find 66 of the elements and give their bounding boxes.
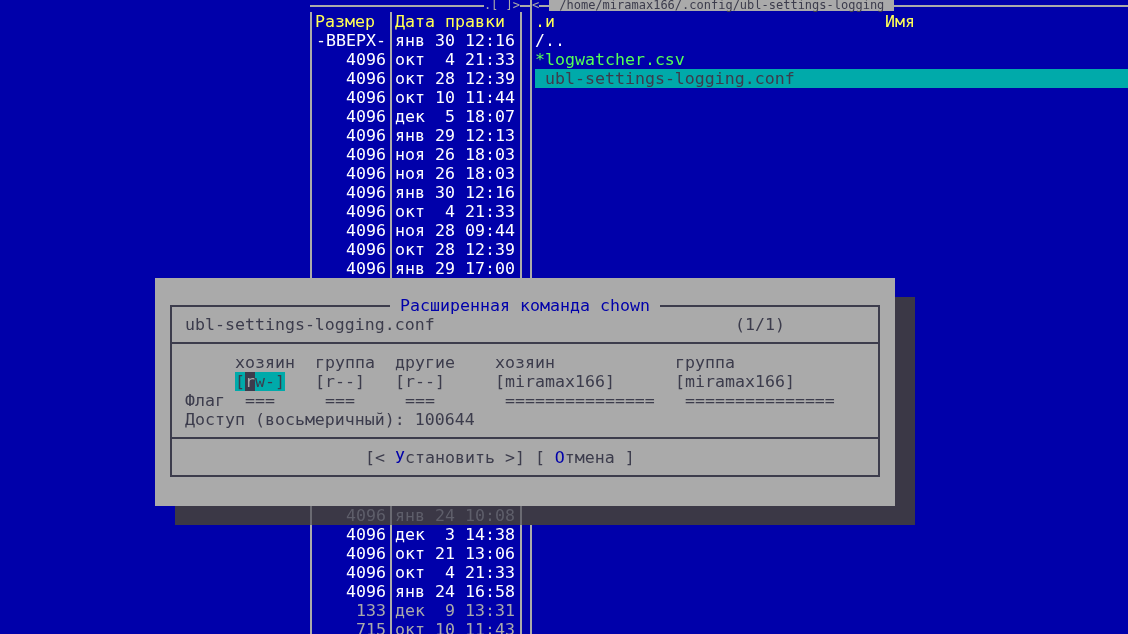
flag-label: Флаг	[185, 391, 226, 410]
date-cell: дек 5 18:07	[390, 106, 520, 126]
column-label: группа	[315, 353, 376, 372]
date-cell: окт 10 11:43	[390, 619, 520, 634]
dialog-title: Расширенная команда chown	[399, 296, 651, 315]
panel-path: /home/miramax166/.config/ubl-settings-logging	[549, 0, 895, 12]
column-label: другие	[395, 353, 456, 372]
date-cell: окт 4 21:33	[390, 562, 520, 582]
permission-field[interactable]: [r--]	[315, 372, 365, 391]
size-cell: 4096	[310, 562, 390, 582]
column-label: группа	[675, 353, 736, 372]
octal-permissions: Доступ (восьмеричный): 100644	[185, 410, 476, 429]
file-row[interactable]: /..	[535, 30, 1128, 50]
panel-frame-buttons[interactable]: .[ ]>	[483, 0, 520, 12]
size-cell: 4096	[310, 163, 390, 183]
size-cell: 4096	[310, 144, 390, 164]
size-cell: 4096	[310, 581, 390, 601]
date-cell: окт 28 12:39	[390, 239, 520, 259]
file-counter: (1/1)	[735, 315, 785, 334]
date-cell: ноя 28 09:44	[390, 220, 520, 240]
date-cell: окт 4 21:33	[390, 201, 520, 221]
permission-field[interactable]: [r--]	[395, 372, 445, 391]
date-cell: янв 24 16:58	[390, 581, 520, 601]
flag-marks: ===	[404, 391, 436, 410]
date-cell: ноя 26 18:03	[390, 144, 520, 164]
column-header[interactable]: Имя	[885, 11, 915, 31]
date-cell: янв 29 12:13	[390, 125, 520, 145]
date-cell: ноя 26 18:03	[390, 163, 520, 183]
size-cell: 4096	[310, 543, 390, 563]
date-cell: окт 4 21:33	[390, 49, 520, 69]
permission-field[interactable]: [miramax166]	[675, 372, 795, 391]
size-cell: 4096	[310, 220, 390, 240]
size-cell: 4096	[310, 68, 390, 88]
date-cell: окт 10 11:44	[390, 87, 520, 107]
date-cell: янв 30 12:16	[390, 182, 520, 202]
size-cell: 4096	[310, 125, 390, 145]
file-row[interactable]: ubl-settings-logging.conf	[535, 68, 1128, 88]
flag-marks: ===	[324, 391, 356, 410]
size-cell: 4096	[310, 239, 390, 259]
size-cell: 4096	[310, 49, 390, 69]
panel-frame-button[interactable]: <	[532, 0, 540, 12]
file-name: ubl-settings-logging.conf	[185, 315, 435, 334]
size-cell: 4096	[310, 182, 390, 202]
date-cell: окт 28 12:39	[390, 68, 520, 88]
column-header[interactable]: Размер	[310, 11, 390, 31]
dialog-button[interactable]: [ Отмена ]	[534, 448, 635, 467]
flag-marks: ===	[244, 391, 276, 410]
size-cell: 715	[310, 619, 390, 634]
size-cell: 133	[310, 600, 390, 620]
column-header[interactable]: Дата правки	[390, 11, 520, 31]
column-label: хозяин	[495, 353, 556, 372]
file-row[interactable]: *logwatcher.csv	[535, 49, 1128, 69]
date-cell: янв 30 12:16	[390, 30, 520, 50]
flag-marks: ===============	[684, 391, 836, 410]
size-cell: 4096	[310, 201, 390, 221]
date-cell: дек 9 13:31	[390, 600, 520, 620]
sort-mark[interactable]: .и	[535, 11, 885, 31]
dialog-button[interactable]: [< Установить >]	[365, 448, 525, 467]
date-cell: окт 21 13:06	[390, 543, 520, 563]
permission-field[interactable]: [rw-]	[235, 372, 285, 391]
flag-marks: ===============	[504, 391, 656, 410]
permission-field[interactable]: [miramax166]	[495, 372, 615, 391]
size-cell: -ВВЕРХ-	[310, 30, 390, 50]
size-cell: 4096	[310, 87, 390, 107]
size-cell: 4096	[310, 106, 390, 126]
column-label: хозяин	[235, 353, 296, 372]
